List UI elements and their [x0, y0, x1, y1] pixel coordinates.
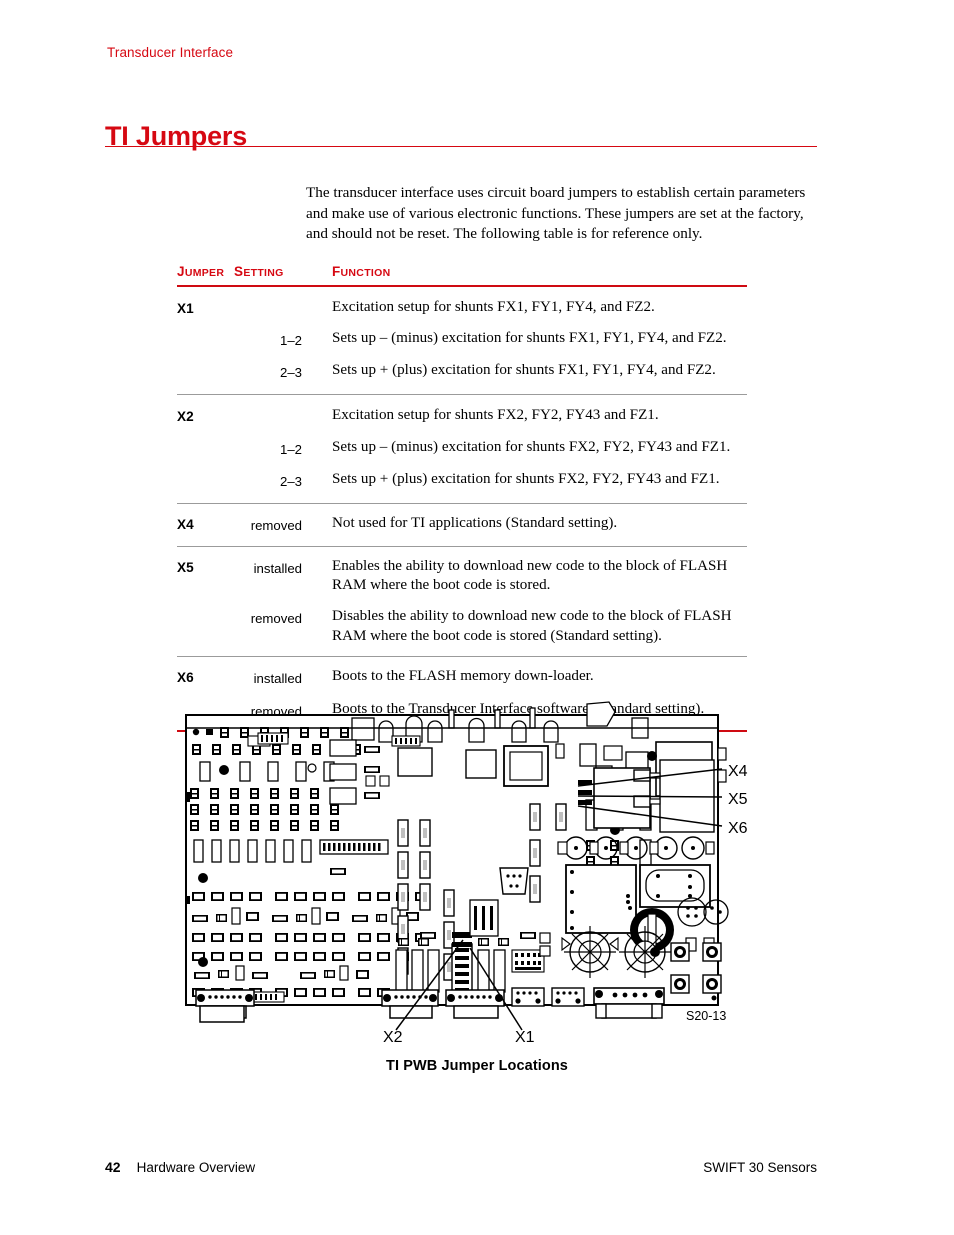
table-row: 2–3 Sets up + (plus) excitation for shun… [177, 460, 747, 504]
cell-setting [234, 406, 332, 408]
callout-label-x6: X6 [728, 820, 748, 837]
footer-section: Hardware Overview [136, 1160, 256, 1175]
table-row: 1–2 Sets up – (minus) excitation for shu… [177, 427, 747, 460]
callout-label-x2: X2 [383, 1029, 403, 1046]
cell-jumper: X2 [177, 409, 194, 425]
footer-document: SWIFT 30 Sensors [703, 1160, 817, 1175]
table-row: 2–3 Sets up + (plus) excitation for shun… [177, 351, 747, 395]
running-head: Transducer Interface [107, 45, 234, 60]
drawing-reference: S20-13 [686, 1009, 726, 1023]
cell-jumper [177, 361, 234, 362]
cell-function: Sets up + (plus) excitation for shunts F… [332, 361, 716, 378]
footer-page-number: 42 [105, 1159, 121, 1175]
table-group-x4: X4 removed Not used for TI applications … [177, 504, 747, 546]
cell-function: Boots to the FLASH memory down-loader. [332, 668, 594, 685]
cell-function: Not used for TI applications (Standard s… [332, 515, 618, 532]
callout-label-x5: X5 [728, 791, 748, 808]
cell-jumper: X6 [177, 670, 194, 686]
cell-jumper [177, 607, 234, 608]
cell-jumper [177, 329, 234, 330]
table-row: X4 removed Not used for TI applications … [177, 504, 747, 546]
table-group-x5: X5 installed Enables the ability to down… [177, 547, 747, 656]
intro-paragraph: The transducer interface uses circuit bo… [306, 184, 806, 243]
page-footer: 42 Hardware Overview SWIFT 30 Sensors [105, 1159, 817, 1175]
column-header-jumper: JUMPER [177, 264, 225, 279]
page-title: TI Jumpers [105, 121, 248, 152]
ti-jumpers-table: JUMPER SETTING FUNCTION X1 Excitation se… [177, 264, 747, 733]
cell-function: Sets up – (minus) excitation for shunts … [332, 330, 727, 347]
column-header-setting: SETTING [234, 264, 284, 279]
callout-label-x4: X4 [728, 763, 748, 780]
table-row: X2 Excitation setup for shunts FX2, FY2,… [177, 395, 747, 427]
cell-setting: 2–3 [279, 473, 302, 489]
pcb-figure: X4 X5 X6 X2 X1 S20-13 [0, 700, 954, 1080]
callout-label-x1: X1 [515, 1029, 535, 1046]
table-header-row: JUMPER SETTING FUNCTION [177, 264, 747, 285]
table-group-x2: X2 Excitation setup for shunts FX2, FY2,… [177, 395, 747, 503]
table-row: removed Disables the ability to download… [177, 596, 747, 656]
cell-function: Sets up + (plus) excitation for shunts F… [332, 470, 720, 487]
cell-setting [234, 298, 332, 300]
cell-setting: removed [250, 611, 302, 627]
figure-caption: TI PWB Jumper Locations [386, 1058, 568, 1074]
title-rule [105, 146, 817, 148]
cell-setting: 1–2 [279, 333, 302, 349]
cell-jumper [177, 470, 234, 471]
cell-function: Sets up – (minus) excitation for shunts … [332, 439, 731, 456]
table-row: X5 installed Enables the ability to down… [177, 547, 747, 596]
cell-function: Enables the ability to download new code… [332, 557, 728, 594]
cell-function: Excitation setup for shunts FX2, FY2, FY… [332, 407, 659, 424]
cell-setting: removed [250, 518, 302, 534]
cell-jumper [177, 438, 234, 439]
cell-setting: installed [253, 671, 302, 687]
cell-jumper: X1 [177, 300, 194, 316]
table-row: 1–2 Sets up – (minus) excitation for shu… [177, 318, 747, 351]
cell-jumper: X5 [177, 559, 194, 575]
cell-jumper: X4 [177, 517, 194, 533]
cell-function: Excitation setup for shunts FX1, FY1, FY… [332, 298, 655, 315]
cell-setting: 1–2 [279, 442, 302, 458]
table-group-x1: X1 Excitation setup for shunts FX1, FY1,… [177, 287, 747, 395]
cell-setting: 2–3 [279, 364, 302, 380]
cell-setting: installed [253, 560, 302, 576]
pcb-drawing-icon: X4 X5 X6 X2 X1 S20-13 [185, 701, 748, 1046]
cell-function: Disables the ability to download new cod… [332, 608, 732, 644]
table-row: X6 installed Boots to the FLASH memory d… [177, 657, 747, 689]
table-row: X1 Excitation setup for shunts FX1, FY1,… [177, 287, 747, 319]
column-header-function: FUNCTION [332, 264, 391, 279]
